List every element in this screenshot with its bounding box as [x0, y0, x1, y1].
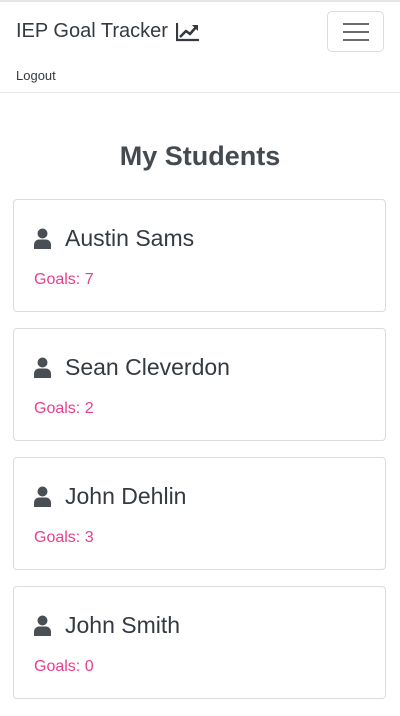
navbar: IEP Goal Tracker Logout	[0, 0, 400, 93]
logout-link[interactable]: Logout	[16, 68, 56, 83]
student-card[interactable]: John Smith Goals: 0	[13, 586, 386, 699]
goals-count: Goals: 2	[34, 400, 94, 417]
student-card[interactable]: John Dehlin Goals: 3	[13, 457, 386, 570]
hamburger-bar	[343, 39, 369, 41]
user-icon	[34, 615, 51, 636]
brand-label: IEP Goal Tracker	[16, 20, 168, 42]
student-card[interactable]: Austin Sams Goals: 7	[13, 199, 386, 312]
goals-count: Goals: 0	[34, 658, 94, 675]
hamburger-bar	[343, 31, 369, 33]
student-name: John Dehlin	[65, 483, 187, 509]
student-name: Sean Cleverdon	[65, 354, 230, 380]
user-icon	[34, 486, 51, 507]
brand-link[interactable]: IEP Goal Tracker	[16, 20, 200, 43]
user-icon	[34, 228, 51, 249]
student-name: John Smith	[65, 612, 181, 638]
goals-count: Goals: 7	[34, 271, 94, 288]
page-title: My Students	[119, 141, 281, 171]
student-name: Austin Sams	[65, 225, 195, 251]
hamburger-bar	[343, 23, 369, 25]
chart-line-icon	[175, 22, 199, 41]
goals-count: Goals: 3	[34, 529, 94, 546]
navbar-toggler-button[interactable]	[327, 11, 384, 52]
user-icon	[34, 357, 51, 378]
student-card[interactable]: Sean Cleverdon Goals: 2	[13, 328, 386, 441]
